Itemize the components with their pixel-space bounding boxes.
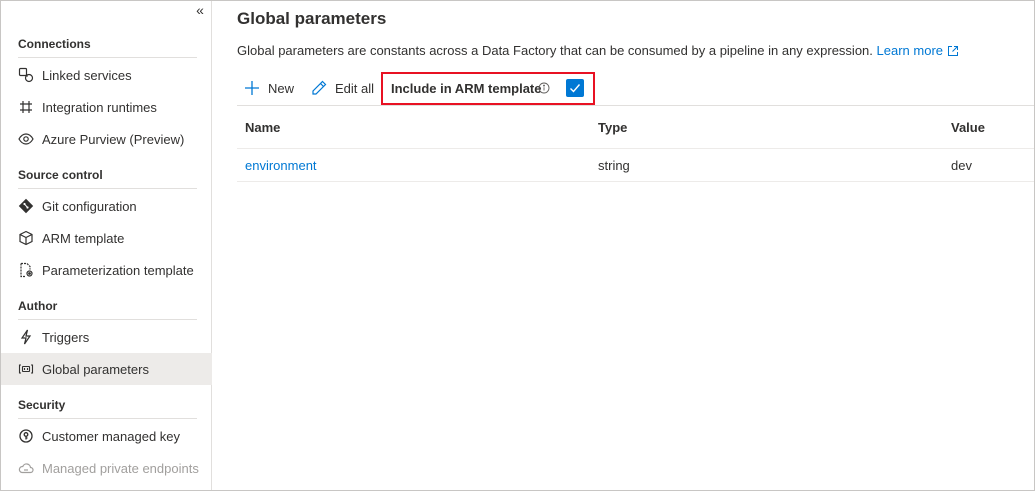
sidebar-item-label: Azure Purview (Preview) <box>42 131 185 147</box>
lightning-icon <box>18 329 34 345</box>
sidebar-item-arm-template[interactable]: ARM template <box>1 222 212 254</box>
page-title: Global parameters <box>237 9 387 28</box>
toolbar: New Edit all Include in ARM template <box>237 71 1034 105</box>
collapse-sidebar-button[interactable]: « <box>192 3 208 19</box>
column-header-name[interactable]: Name <box>245 120 280 135</box>
pencil-icon <box>312 80 327 95</box>
page-description: Global parameters are constants across a… <box>237 43 959 58</box>
sidebar-item-triggers[interactable]: Triggers <box>1 321 212 353</box>
edit-all-button-label: Edit all <box>335 80 375 96</box>
cube-icon <box>18 230 34 246</box>
parameter-name-link[interactable]: environment <box>245 158 317 173</box>
section-header-security: Security <box>18 398 66 412</box>
section-divider <box>18 57 197 58</box>
parameter-type: string <box>598 158 630 173</box>
sidebar: « Connections Linked services Integratio… <box>1 1 212 490</box>
section-divider <box>18 319 197 320</box>
section-header-source-control: Source control <box>18 168 103 182</box>
learn-more-link[interactable]: Learn more <box>877 43 959 58</box>
sidebar-item-global-parameters[interactable]: Global parameters <box>1 353 212 385</box>
plus-icon <box>245 81 259 95</box>
sidebar-item-label: Managed private endpoints <box>42 460 199 476</box>
arm-template-highlight: Include in ARM template <box>381 72 595 105</box>
sidebar-item-linked-services[interactable]: Linked services <box>1 59 212 91</box>
toolbar-divider <box>237 105 1034 106</box>
sidebar-item-label: Triggers <box>42 329 90 345</box>
sidebar-item-git-configuration[interactable]: Git configuration <box>1 190 212 222</box>
document-gear-icon <box>18 262 34 278</box>
include-arm-template-label: Include in ARM template <box>391 81 542 96</box>
info-icon[interactable] <box>538 82 550 94</box>
edit-all-button[interactable]: Edit all <box>311 77 374 99</box>
column-header-type[interactable]: Type <box>598 120 627 135</box>
external-link-icon <box>948 46 959 56</box>
integration-runtime-icon <box>18 99 34 115</box>
sidebar-item-integration-runtimes[interactable]: Integration runtimes <box>1 91 212 123</box>
main-content: Global parameters Global parameters are … <box>213 1 1034 490</box>
table-row[interactable]: environment string dev <box>237 148 1034 182</box>
sidebar-item-label: Git configuration <box>42 198 137 214</box>
eye-icon <box>18 131 34 147</box>
section-divider <box>18 418 197 419</box>
include-arm-template-checkbox[interactable] <box>566 79 584 97</box>
git-icon <box>18 198 34 214</box>
linked-services-icon <box>18 67 34 83</box>
brackets-icon <box>18 361 34 377</box>
sidebar-item-parameterization-template[interactable]: Parameterization template <box>1 254 212 286</box>
checkmark-icon <box>570 84 581 93</box>
sidebar-item-label: Linked services <box>42 67 132 83</box>
sidebar-item-label: Global parameters <box>42 361 149 377</box>
sidebar-item-label: Customer managed key <box>42 428 181 444</box>
new-button-label: New <box>268 80 295 96</box>
section-divider <box>18 188 197 189</box>
sidebar-item-label: Parameterization template <box>42 262 194 278</box>
sidebar-item-customer-managed-key[interactable]: Customer managed key <box>1 420 212 452</box>
parameter-value: dev <box>951 158 972 173</box>
key-icon <box>18 428 34 444</box>
section-header-connections: Connections <box>18 37 91 51</box>
sidebar-item-azure-purview[interactable]: Azure Purview (Preview) <box>1 123 212 155</box>
sidebar-item-managed-private-endpoints: Managed private endpoints <box>1 452 212 484</box>
sidebar-item-label: Integration runtimes <box>42 99 157 115</box>
column-header-value[interactable]: Value <box>951 120 985 135</box>
sidebar-item-label: ARM template <box>42 230 125 246</box>
new-button[interactable]: New <box>244 77 294 99</box>
description-text: Global parameters are constants across a… <box>237 43 873 58</box>
section-header-author: Author <box>18 299 58 313</box>
cloud-link-icon <box>18 460 34 476</box>
